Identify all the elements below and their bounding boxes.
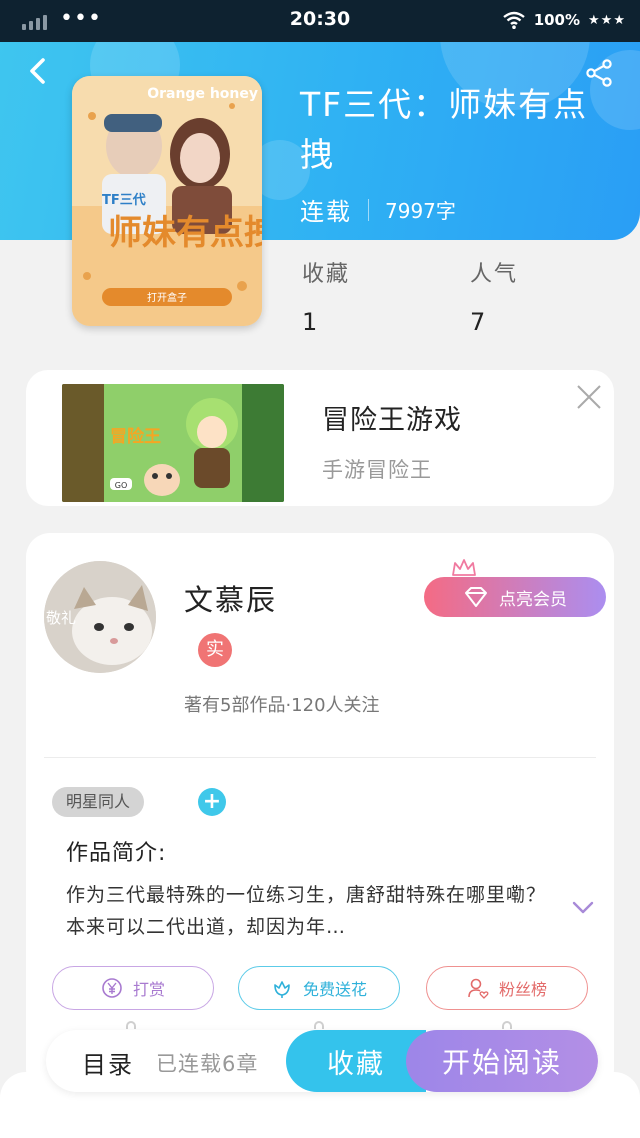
cover-title: 师妹有点拽 <box>108 213 262 253</box>
close-icon[interactable] <box>576 384 602 410</box>
add-tag-button[interactable]: + <box>198 788 226 816</box>
fans-ranking-button[interactable]: 粉丝榜 <box>426 966 588 1010</box>
author-stats: 著有5部作品·120人关注 <box>184 695 380 716</box>
ad-subtitle: 手游冒险王 <box>322 458 432 482</box>
cover-corner-text: Orange honey <box>147 86 258 102</box>
pin-marker <box>314 1021 324 1029</box>
cover-tagline: 打开盒子 <box>147 291 187 304</box>
avatar-caption: 敬礼 <box>46 609 76 627</box>
book-status: 连载 <box>300 198 352 226</box>
flower-button[interactable]: 免费送花 <box>238 966 400 1010</box>
ad-title[interactable]: 冒险王游戏 <box>322 398 462 437</box>
stat-value: 7 <box>470 308 486 336</box>
book-title: TF三代：师妹有点拽 <box>300 85 589 174</box>
author-name[interactable]: 文慕辰 <box>184 577 277 619</box>
start-reading-button[interactable]: 开始阅读 <box>406 1030 598 1092</box>
chapter-count[interactable]: 已连载6章 <box>156 1048 258 1078</box>
intro-text[interactable]: 作为三代最特殊的一位练习生，唐舒甜特殊在哪里嘞？本来可以二代出道，却因为年… <box>66 879 546 943</box>
verified-badge: 实 <box>198 633 232 667</box>
meta-divider <box>368 198 369 221</box>
bottom-action-bar: 目录 已连载6章 收藏 开始阅读 <box>46 1030 598 1092</box>
vip-button-label: 点亮会员 <box>499 589 567 610</box>
intro-heading: 作品简介: <box>66 841 167 866</box>
wifi-icon <box>502 11 525 29</box>
cover-artwork: 师妹有点拽 TF三代 打开盒子 Orange honey <box>72 76 262 326</box>
tag-category[interactable]: 明星同人 <box>52 787 145 817</box>
ad-card[interactable]: 冒险王 GO 冒险王游戏 手游冒险王 <box>26 370 614 506</box>
pin-marker <box>126 1021 136 1029</box>
reward-label: 打赏 <box>132 980 165 999</box>
ad-go-label: GO <box>115 481 128 490</box>
back-icon[interactable] <box>24 56 54 86</box>
author-card: 敬礼 文慕辰 实 著有5部作品·120人关注 点亮会员 明星同人 + 作品简介:… <box>26 533 614 1093</box>
fans-label: 粉丝榜 <box>498 980 547 999</box>
cover-badge: TF三代 <box>102 192 146 208</box>
reward-button[interactable]: 打赏 <box>52 966 214 1010</box>
avatar[interactable]: 敬礼 <box>44 561 156 673</box>
diamond-icon <box>465 587 487 607</box>
stat-value: 1 <box>302 308 318 336</box>
chevron-down-icon[interactable] <box>572 901 594 915</box>
divider <box>44 757 596 758</box>
status-stars: ★★★ <box>588 12 626 28</box>
crown-icon <box>452 559 476 576</box>
word-count: 7997字 <box>385 199 456 223</box>
ad-image[interactable]: 冒险王 GO <box>62 384 284 502</box>
stat-popularity: 人气 7 <box>470 256 518 336</box>
yen-coin-icon <box>102 978 122 998</box>
stat-label: 收藏 <box>302 262 351 287</box>
toc-button[interactable]: 目录 <box>82 1045 134 1080</box>
ad-game-logo: 冒险王 <box>110 426 161 447</box>
status-bar: ••• 20:30 100% ★★★ <box>0 0 640 42</box>
pin-marker <box>502 1021 512 1029</box>
stat-favorites: 收藏 1 <box>302 256 350 336</box>
book-cover[interactable]: 师妹有点拽 TF三代 打开盒子 Orange honey <box>72 76 262 326</box>
vip-button[interactable]: 点亮会员 <box>424 577 606 617</box>
flower-label: 免费送花 <box>302 980 367 999</box>
battery-level: 100% <box>533 11 581 29</box>
user-heart-icon <box>468 978 489 999</box>
flower-icon <box>274 981 290 998</box>
stat-label: 人气 <box>470 262 519 287</box>
collect-button[interactable]: 收藏 <box>286 1030 426 1092</box>
